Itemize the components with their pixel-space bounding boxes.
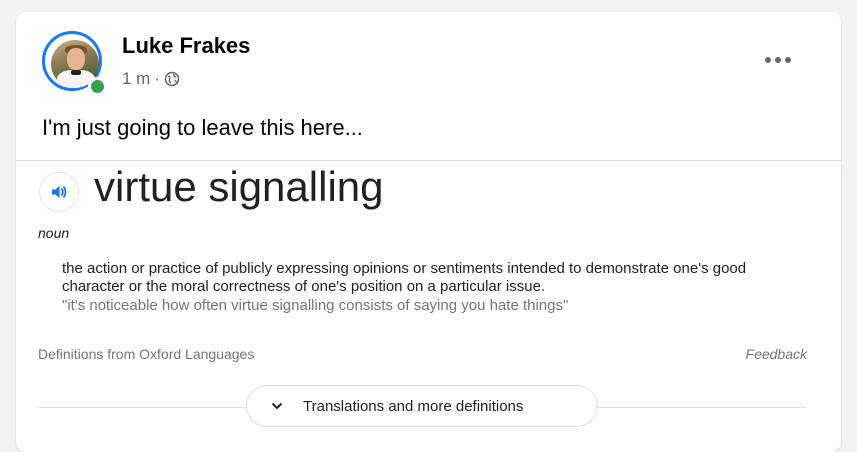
post-time[interactable]: 1 m: [122, 69, 150, 89]
speaker-icon: [52, 186, 67, 198]
avatar[interactable]: [42, 31, 108, 97]
more-dot: [775, 57, 781, 63]
pronunciation-button[interactable]: [39, 172, 79, 212]
feedback-link[interactable]: Feedback: [746, 346, 807, 362]
meta-separator: ·: [154, 69, 161, 88]
avatar-bowtie: [71, 70, 81, 75]
author-name[interactable]: Luke Frakes: [122, 33, 250, 59]
online-status-indicator: [88, 77, 107, 96]
chevron-down-icon: [263, 402, 291, 410]
post-meta: 1 m ·: [122, 69, 180, 89]
more-dot: [785, 57, 791, 63]
post-text: I'm just going to leave this here...: [42, 115, 363, 140]
example-sentence: "it's noticeable how often virtue signal…: [62, 297, 569, 314]
more-options-button[interactable]: [760, 46, 796, 74]
translations-more-button[interactable]: Translations and more definitions: [246, 385, 598, 427]
divider: [16, 160, 841, 161]
part-of-speech: noun: [38, 225, 70, 241]
post-card: Luke Frakes 1 m · I'm just going to leav…: [16, 12, 841, 452]
translations-more-label: Translations and more definitions: [303, 397, 524, 415]
definition-source[interactable]: Definitions from Oxford Languages: [38, 346, 254, 362]
definition-text: the action or practice of publicly expre…: [62, 260, 747, 295]
globe-icon[interactable]: [164, 71, 180, 87]
avatar-face: [67, 48, 85, 70]
dictionary-word: virtue signalling: [94, 163, 384, 210]
more-dot: [765, 57, 771, 63]
